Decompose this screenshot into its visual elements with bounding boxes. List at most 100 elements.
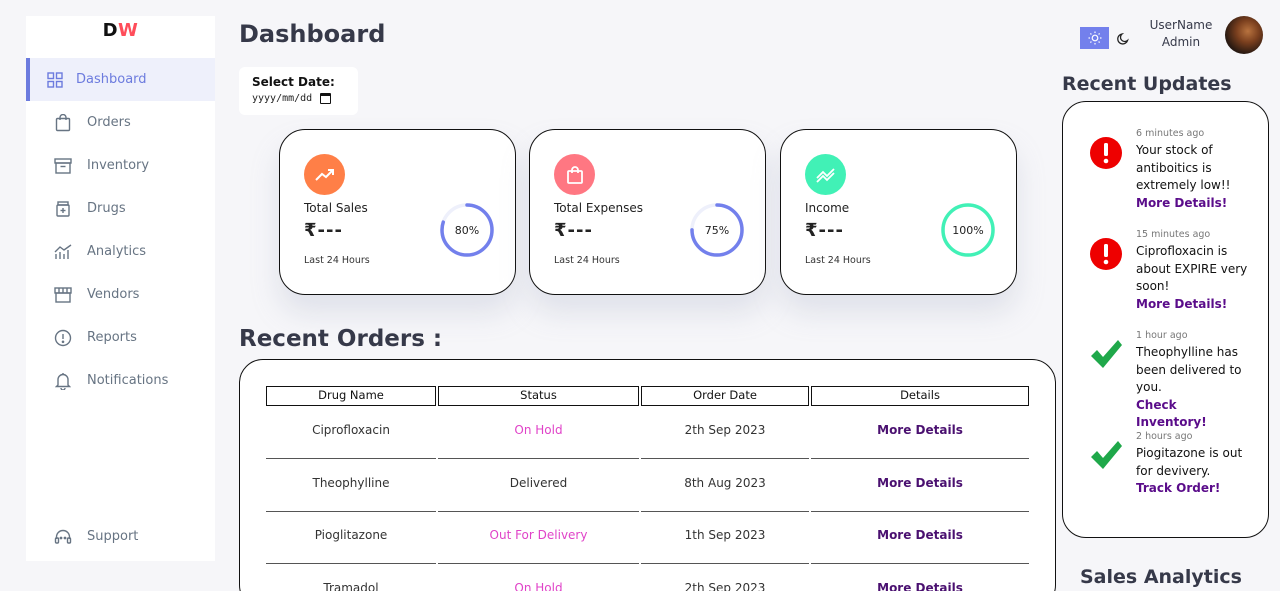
sun-icon[interactable] bbox=[1080, 27, 1109, 49]
archive-icon bbox=[52, 155, 74, 177]
column-header: Status bbox=[438, 386, 639, 406]
date-input[interactable]: yyyy/mm/dd bbox=[252, 93, 358, 104]
drug-name: Pioglitazone bbox=[266, 512, 436, 564]
update-time: 1 hour ago bbox=[1136, 330, 1188, 341]
card-title: Total Sales bbox=[304, 201, 368, 215]
card-title: Income bbox=[805, 201, 850, 215]
sidebar-item-label: Inventory bbox=[87, 158, 150, 173]
logo-letter-d: D bbox=[102, 20, 119, 41]
order-date: 2th Sep 2023 bbox=[641, 565, 809, 591]
drug-name: Tramadol bbox=[266, 565, 436, 591]
order-status: Out For Delivery bbox=[438, 512, 639, 564]
update-time: 6 minutes ago bbox=[1136, 128, 1205, 139]
update-text: Ciprofloxacin is about EXPIRE very soon! bbox=[1136, 244, 1248, 293]
order-date: 1th Sep 2023 bbox=[641, 512, 809, 564]
sidebar-item-notifications[interactable]: Notifications bbox=[26, 359, 215, 402]
table-row: Tramadol On Hold 2th Sep 2023 More Detai… bbox=[266, 565, 1031, 591]
order-status: Delivered bbox=[438, 460, 639, 512]
more-details-link[interactable]: More Details bbox=[877, 581, 963, 591]
update-link[interactable]: Track Order! bbox=[1136, 480, 1248, 498]
sidebar-item-dashboard[interactable]: Dashboard bbox=[26, 58, 215, 101]
logo-letter-w: W bbox=[118, 20, 139, 41]
update-text: Piogitazone is out for devivery. bbox=[1136, 446, 1243, 478]
shopping-bag-icon bbox=[52, 112, 74, 134]
store-icon bbox=[52, 284, 74, 306]
sidebar-item-support[interactable]: Support bbox=[26, 515, 215, 558]
update-text: Theophylline has been delivered to you. bbox=[1136, 345, 1242, 394]
sidebar-item-analytics[interactable]: Analytics bbox=[26, 230, 215, 273]
table-row: Ciprofloxacin On Hold 2th Sep 2023 More … bbox=[266, 407, 1031, 459]
card-percent: 80% bbox=[454, 223, 480, 237]
recent-updates-title: Recent Updates bbox=[1062, 73, 1232, 95]
table-row: Pioglitazone Out For Delivery 1th Sep 20… bbox=[266, 512, 1031, 564]
card-title: Total Expenses bbox=[554, 201, 644, 215]
table-row: Theophylline Delivered 8th Aug 2023 More… bbox=[266, 460, 1031, 512]
sidebar-item-inventory[interactable]: Inventory bbox=[26, 144, 215, 187]
user-name: UserName bbox=[1149, 18, 1213, 32]
checkmark-icon bbox=[1091, 340, 1122, 368]
card-value: ₹--- bbox=[805, 220, 844, 241]
card-income: Income ₹--- Last 24 Hours 100% bbox=[780, 129, 1017, 295]
card-value: ₹--- bbox=[554, 220, 593, 241]
analytics-icon bbox=[52, 241, 74, 263]
avatar[interactable] bbox=[1225, 16, 1263, 54]
column-header: Order Date bbox=[641, 386, 809, 406]
update-time: 2 hours ago bbox=[1136, 431, 1193, 442]
recent-orders-title: Recent Orders : bbox=[239, 326, 443, 352]
update-message: Ciprofloxacin is about EXPIRE very soon!… bbox=[1136, 243, 1248, 313]
grid-icon bbox=[44, 69, 66, 91]
checkmark-icon bbox=[1091, 441, 1122, 469]
more-details-link[interactable]: More Details bbox=[877, 476, 963, 490]
update-link[interactable]: More Details! bbox=[1136, 195, 1248, 213]
support-icon bbox=[52, 526, 74, 548]
order-status: On Hold bbox=[438, 407, 639, 459]
alert-icon bbox=[1090, 137, 1122, 169]
sidebar-item-reports[interactable]: Reports bbox=[26, 316, 215, 359]
more-details-link[interactable]: More Details bbox=[877, 423, 963, 437]
more-details-link[interactable]: More Details bbox=[877, 528, 963, 542]
theme-toggle[interactable] bbox=[1080, 27, 1138, 49]
card-total-expenses: Total Expenses ₹--- Last 24 Hours 75% bbox=[529, 129, 766, 295]
table-header: Drug Name Status Order Date Details bbox=[266, 386, 1031, 406]
trending-up-icon bbox=[304, 154, 345, 195]
drug-name: Theophylline bbox=[266, 460, 436, 512]
user-role: Admin bbox=[1161, 35, 1201, 49]
sidebar-item-orders[interactable]: Orders bbox=[26, 101, 215, 144]
sidebar-item-label: Dashboard bbox=[76, 72, 147, 87]
moon-icon[interactable] bbox=[1109, 27, 1138, 49]
update-text: Your stock of antiboitics is extremely l… bbox=[1136, 143, 1231, 192]
calendar-icon[interactable] bbox=[320, 93, 332, 104]
sidebar-item-label: Support bbox=[87, 529, 139, 544]
sidebar-support: Support bbox=[26, 515, 215, 558]
sidebar-item-drugs[interactable]: Drugs bbox=[26, 187, 215, 230]
shopping-bag-icon bbox=[554, 154, 595, 195]
card-value: ₹--- bbox=[304, 220, 343, 241]
update-link[interactable]: More Details! bbox=[1136, 296, 1248, 314]
alert-icon bbox=[1090, 238, 1122, 270]
sidebar-item-vendors[interactable]: Vendors bbox=[26, 273, 215, 316]
card-footer: Last 24 Hours bbox=[805, 255, 871, 266]
stocks-icon bbox=[805, 154, 846, 195]
sidebar-item-label: Reports bbox=[87, 330, 137, 345]
date-picker: Select Date: yyyy/mm/dd bbox=[239, 67, 358, 115]
date-label: Select Date: bbox=[252, 75, 335, 89]
report-icon bbox=[52, 327, 74, 349]
update-message: Your stock of antiboitics is extremely l… bbox=[1136, 142, 1248, 212]
update-message: Theophylline has been delivered to you. … bbox=[1136, 344, 1248, 432]
sidebar: DW Dashboard Orders Inventory Drugs Anal… bbox=[26, 16, 215, 561]
update-link[interactable]: Check Inventory! bbox=[1136, 397, 1248, 432]
logo[interactable]: DW bbox=[26, 16, 215, 45]
recent-orders-table: Drug Name Status Order Date Details Cipr… bbox=[239, 359, 1056, 591]
card-footer: Last 24 Hours bbox=[304, 255, 370, 266]
update-time: 15 minutes ago bbox=[1136, 229, 1211, 240]
sidebar-item-label: Orders bbox=[87, 115, 131, 130]
sales-analytics-title: Sales Analytics bbox=[1080, 566, 1242, 588]
card-total-sales: Total Sales ₹--- Last 24 Hours 80% bbox=[279, 129, 516, 295]
recent-updates-panel: 6 minutes ago Your stock of antiboitics … bbox=[1062, 101, 1269, 538]
page-title: Dashboard bbox=[239, 20, 386, 48]
medicine-icon bbox=[52, 198, 74, 220]
card-percent: 100% bbox=[952, 223, 984, 237]
drug-name: Ciprofloxacin bbox=[266, 407, 436, 459]
sidebar-item-label: Notifications bbox=[87, 373, 169, 388]
sidebar-item-label: Analytics bbox=[87, 244, 147, 259]
